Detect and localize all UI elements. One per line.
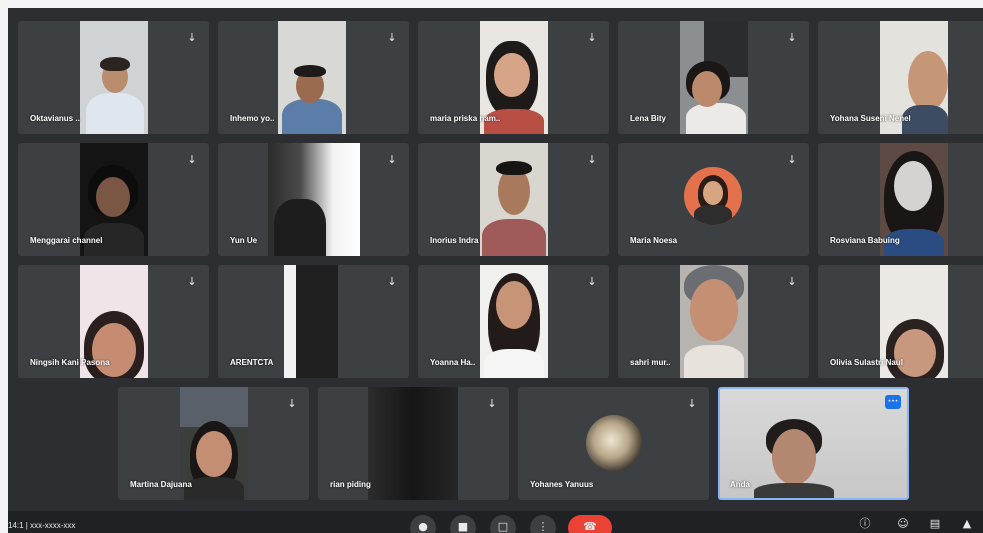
participant-tile[interactable]: ↓ Ningsih Kani Pasona bbox=[18, 265, 209, 378]
camera-icon[interactable]: ■ bbox=[450, 515, 476, 533]
participant-video bbox=[368, 387, 458, 500]
participant-video bbox=[284, 265, 338, 378]
participant-tile[interactable]: ↓ Yun Ue bbox=[218, 143, 409, 256]
avatar bbox=[586, 415, 642, 471]
participant-name: Lena Bity bbox=[630, 114, 667, 123]
mic-off-icon: ↓ bbox=[487, 397, 497, 410]
participant-name: Martina Dajuana bbox=[130, 480, 192, 489]
mic-off-icon: ↓ bbox=[187, 31, 197, 44]
meeting-window: ↓ Oktavianus .. ↓ Inhemo yo.. ↓ maria pr… bbox=[8, 8, 983, 533]
participant-tile[interactable]: ↓ rian piding bbox=[318, 387, 509, 500]
chat-icon[interactable]: ▤ bbox=[928, 517, 942, 531]
participant-name: Yun Ue bbox=[230, 236, 258, 245]
participant-video bbox=[268, 143, 360, 256]
participant-video bbox=[80, 21, 148, 134]
participant-name: Olivia Sulastri Naul bbox=[830, 358, 903, 367]
participant-tile[interactable]: ↓ Maria Noesa bbox=[618, 143, 809, 256]
participant-video bbox=[680, 21, 748, 134]
participant-tile[interactable]: ↓ Inhemo yo.. bbox=[218, 21, 409, 134]
more-icon[interactable]: ⋮ bbox=[530, 515, 556, 533]
mic-off-icon: ↓ bbox=[787, 153, 797, 166]
participant-name: Inhemo yo.. bbox=[230, 114, 275, 123]
mic-off-icon: ↓ bbox=[187, 153, 197, 166]
mic-off-icon: ↓ bbox=[587, 31, 597, 44]
avatar bbox=[684, 167, 742, 225]
info-icon[interactable]: ⓘ bbox=[858, 517, 872, 531]
present-icon[interactable]: □ bbox=[490, 515, 516, 533]
participant-tile[interactable]: ↓ Yohanes Yanuus bbox=[518, 387, 709, 500]
participant-tile[interactable]: ↓ Oktavianus .. bbox=[18, 21, 209, 134]
participant-tile[interactable]: ↓ Menggarai channel bbox=[18, 143, 209, 256]
participant-tile[interactable]: ↓ Yoanna Ha.. bbox=[418, 265, 609, 378]
people-icon[interactable]: ☺ bbox=[896, 517, 910, 531]
participant-name: Yohanes Yanuus bbox=[530, 480, 594, 489]
self-tile[interactable]: ••• Anda bbox=[718, 387, 909, 500]
participant-tile[interactable]: ↓ sahri mur.. bbox=[618, 265, 809, 378]
participant-tile[interactable]: ↓ maria priska nam.. bbox=[418, 21, 609, 134]
participant-name: Yoanna Ha.. bbox=[430, 358, 476, 367]
participant-tile[interactable]: ↓ Inorius Indra bbox=[418, 143, 609, 256]
participant-tile[interactable]: ↓ ARENTCTA bbox=[218, 265, 409, 378]
mic-off-icon: ↓ bbox=[387, 31, 397, 44]
mic-off-icon: ↓ bbox=[787, 275, 797, 288]
meeting-info: 14:1 | xxx-xxxx-xxx bbox=[8, 521, 76, 530]
participant-name: Maria Noesa bbox=[630, 236, 678, 245]
participant-name: Inorius Indra bbox=[430, 236, 479, 245]
participant-name: Rosviana Babuing bbox=[830, 236, 900, 245]
mic-off-icon: ↓ bbox=[687, 397, 697, 410]
participant-name: Anda bbox=[730, 480, 750, 489]
more-options-badge[interactable]: ••• bbox=[885, 395, 901, 409]
participant-video bbox=[680, 265, 748, 378]
mic-off-icon: ↓ bbox=[387, 275, 397, 288]
participant-tile[interactable]: ↓ Lena Bity bbox=[618, 21, 809, 134]
participant-tile[interactable]: ↓ Yohana Suseni Nenel bbox=[818, 21, 983, 134]
participant-tile[interactable]: ↓ Rosviana Babuing bbox=[818, 143, 983, 256]
participant-video bbox=[480, 143, 548, 256]
mic-off-icon: ↓ bbox=[587, 153, 597, 166]
mic-off-icon: ↓ bbox=[787, 31, 797, 44]
participant-video bbox=[480, 265, 548, 378]
participant-name: Yohana Suseni Nenel bbox=[830, 114, 911, 123]
participant-name: ARENTCTA bbox=[230, 358, 274, 367]
participant-name: Ningsih Kani Pasona bbox=[30, 358, 110, 367]
bottom-control-bar: 14:1 | xxx-xxxx-xxx ● ■ □ ⋮ ☎ ⓘ ☺ ▤ ▲ bbox=[8, 511, 983, 533]
mic-off-icon: ↓ bbox=[187, 275, 197, 288]
participant-tile[interactable]: ↓ Martina Dajuana bbox=[118, 387, 309, 500]
mic-off-icon: ↓ bbox=[287, 397, 297, 410]
participant-name: maria priska nam.. bbox=[430, 114, 501, 123]
participant-name: rian piding bbox=[330, 480, 371, 489]
activities-icon[interactable]: ▲ bbox=[960, 517, 974, 531]
participant-name: Oktavianus .. bbox=[30, 114, 80, 123]
participant-name: Menggarai channel bbox=[30, 236, 103, 245]
mic-off-icon: ↓ bbox=[387, 153, 397, 166]
mic-off-icon: ↓ bbox=[587, 275, 597, 288]
mic-icon[interactable]: ● bbox=[410, 515, 436, 533]
participant-tile[interactable]: ↓ Olivia Sulastri Naul bbox=[818, 265, 983, 378]
end-call-icon[interactable]: ☎ bbox=[568, 515, 612, 533]
participant-name: sahri mur.. bbox=[630, 358, 671, 367]
participant-video bbox=[278, 21, 346, 134]
